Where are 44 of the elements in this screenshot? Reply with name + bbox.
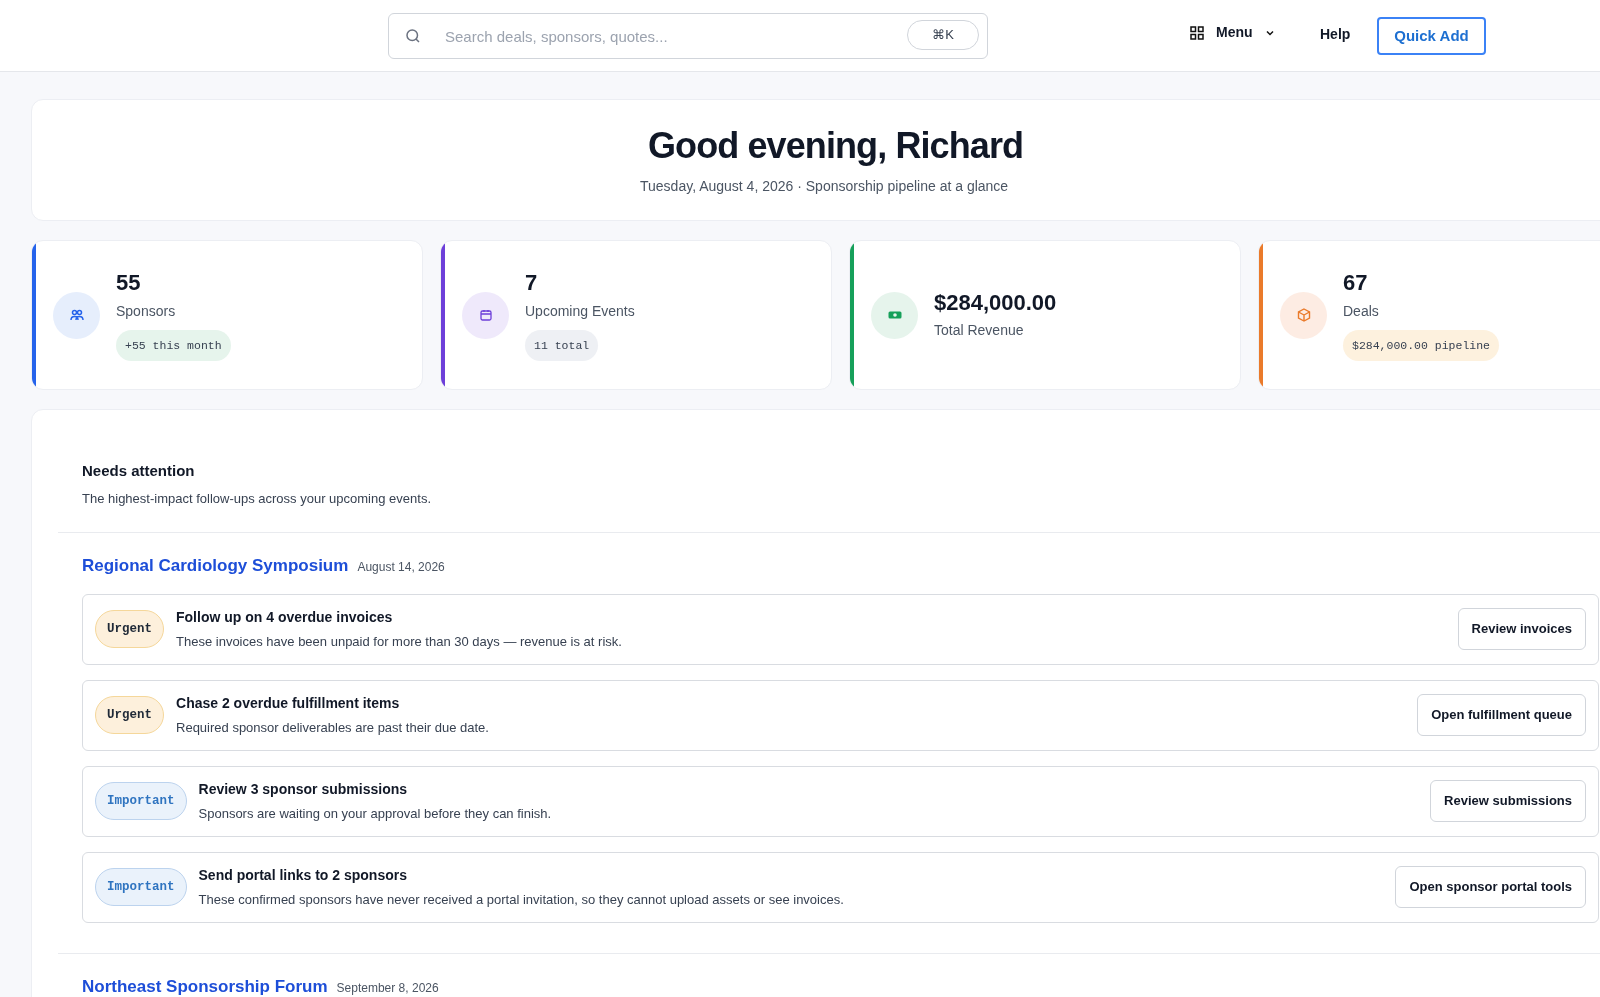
item-description: These invoices have been unpaid for more than 30 days — revenue is at risk. xyxy=(176,632,623,651)
section-title: Needs attention xyxy=(82,461,196,481)
quick-add-button[interactable]: Quick Add xyxy=(1377,17,1486,55)
stat-label: Sponsors xyxy=(116,301,176,321)
item-description: Sponsors are waiting on your approval before they can finish. xyxy=(198,804,553,823)
stat-value: 55 xyxy=(116,269,141,297)
cube-icon xyxy=(1296,308,1311,322)
event-date: August 14, 2026 xyxy=(357,559,445,576)
item-description: These confirmed sponsors have never received a portal invitation, so they cannot upload assets or see invoices. xyxy=(198,890,845,909)
priority-badge: Urgent xyxy=(95,695,164,735)
stat-label: Total Revenue xyxy=(934,321,1024,341)
help-link[interactable]: Help xyxy=(1320,24,1351,45)
search-icon xyxy=(404,27,422,45)
item-description: Required sponsor deliverables are past their due date. xyxy=(176,718,490,737)
stat-badge: +55 this month xyxy=(116,329,231,361)
item-title: Follow up on 4 overdue invoices xyxy=(176,607,394,627)
banknote-icon xyxy=(887,310,902,320)
event-title[interactable]: Northeast Sponsorship Forum xyxy=(82,973,328,997)
item-title: Send portal links to 2 sponsors xyxy=(198,865,408,885)
stat-label: Upcoming Events xyxy=(525,301,635,321)
priority-badge: Urgent xyxy=(95,609,164,649)
stat-badge: 11 total xyxy=(525,329,599,361)
grid-icon xyxy=(1190,25,1204,40)
action-button[interactable]: Open sponsor portal tools xyxy=(1395,866,1586,908)
priority-badge: Important xyxy=(95,781,187,821)
item-title: Review 3 sponsor submissions xyxy=(198,779,409,799)
action-button[interactable]: Review submissions xyxy=(1430,780,1586,822)
priority-badge: Important xyxy=(95,867,187,907)
stat-label: Deals xyxy=(1343,301,1379,321)
stat-value: $284,000.00 xyxy=(934,288,1057,317)
stat-badge: $284,000.00 pipeline xyxy=(1343,329,1500,361)
people-icon xyxy=(69,309,84,321)
calendar-icon xyxy=(479,309,492,321)
greeting-subtitle: Tuesday, August 4, 2026 · Sponsorship pipeline at a glance xyxy=(640,177,1009,196)
action-button[interactable]: Review invoices xyxy=(1457,608,1586,650)
section-subtitle: The highest-impact follow-ups across your upcoming events. xyxy=(82,489,432,508)
greeting-title: Good evening, Richard xyxy=(648,128,1024,164)
event-title[interactable]: Regional Cardiology Symposium xyxy=(82,553,349,579)
menu-button[interactable]: Menu xyxy=(1190,22,1275,43)
action-button[interactable]: Open fulfillment queue xyxy=(1417,694,1586,736)
stat-value: 67 xyxy=(1343,269,1368,297)
item-title: Chase 2 overdue fulfillment items xyxy=(176,693,401,713)
event-date: September 8, 2026 xyxy=(336,979,439,997)
stat-value: 7 xyxy=(525,269,538,297)
